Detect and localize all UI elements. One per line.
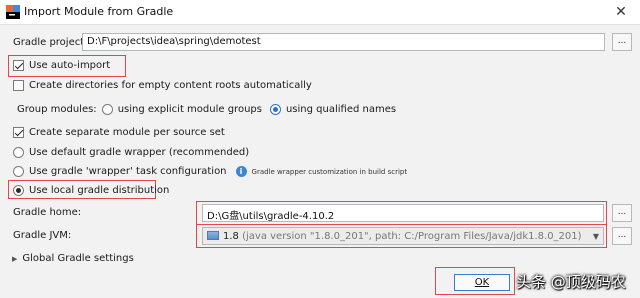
global-settings-toggle[interactable]: ▶ Global Gradle settings [12,253,134,264]
gradle-jvm-browse-button[interactable]: ... [612,227,632,245]
separate-module-option[interactable]: Create separate module per source set [13,127,225,138]
auto-import-label: Use auto-import [29,60,111,71]
local-distribution-label: Use local gradle distribution [29,185,170,196]
group-modules-row: Group modules: using explicit module gro… [17,104,396,115]
gradle-project-label: Gradle project: [13,37,88,48]
create-dirs-option[interactable]: Create directories for empty content roo… [13,80,312,91]
window-title: Import Module from Gradle [24,5,174,18]
chevron-down-icon[interactable]: ▼ [593,232,599,241]
group-qualified-radio[interactable] [269,104,281,115]
close-button[interactable]: ✕ [606,2,636,22]
gradle-jvm-label: Gradle JVM: [13,230,72,241]
separate-module-label: Create separate module per source set [29,127,225,138]
local-distribution-option[interactable]: Use local gradle distribution [13,185,169,196]
gradle-jvm-select[interactable]: 1.8 (java version "1.8.0_201", path: C:/… [202,227,604,245]
gradle-home-browse-button[interactable]: ... [612,204,632,222]
separate-module-checkbox[interactable] [13,127,24,138]
auto-import-checkbox[interactable] [13,60,24,71]
expand-arrow-icon: ▶ [12,254,18,263]
default-wrapper-radio[interactable] [13,147,24,158]
jdk-folder-icon [207,231,219,240]
wrapper-task-radio[interactable] [13,166,24,177]
gradle-jvm-value: 1.8 (java version "1.8.0_201", path: C:/… [207,231,582,242]
create-dirs-label: Create directories for empty content roo… [29,80,312,91]
gradle-jvm-detail: (java version "1.8.0_201", path: C:/Prog… [242,230,582,242]
wrapper-task-label: Use gradle 'wrapper' task configuration [29,166,227,177]
ok-button[interactable]: OK [454,274,510,291]
wrapper-task-hint: Gradle wrapper customization in build sc… [251,167,408,176]
watermark-text: 头条 @顶级码农 [516,273,626,291]
default-wrapper-option[interactable]: Use default gradle wrapper (recommended) [13,147,249,158]
global-settings-label: Global Gradle settings [22,253,134,264]
create-dirs-checkbox[interactable] [13,80,24,91]
group-modules-label: Group modules: [17,104,97,115]
auto-import-option[interactable]: Use auto-import [13,60,110,71]
gradle-jvm-version: 1.8 [223,230,239,242]
gradle-project-field[interactable]: D:\F\projects\idea\spring\demotest [82,33,605,51]
group-explicit-label: using explicit module groups [117,104,262,115]
gradle-home-label: Gradle home: [13,207,82,218]
intellij-app-icon [6,5,20,19]
default-wrapper-label: Use default gradle wrapper (recommended) [29,147,250,158]
gradle-project-browse-button[interactable]: ... [612,33,632,51]
local-distribution-radio[interactable] [13,185,24,196]
group-explicit-radio[interactable] [101,104,113,115]
gradle-home-field[interactable]: D:\G盘\utils\gradle-4.10.2 [202,204,604,222]
wrapper-task-option[interactable]: Use gradle 'wrapper' task configuration … [13,166,407,177]
group-qualified-label: using qualified names [285,104,397,115]
info-icon: i [235,166,247,177]
